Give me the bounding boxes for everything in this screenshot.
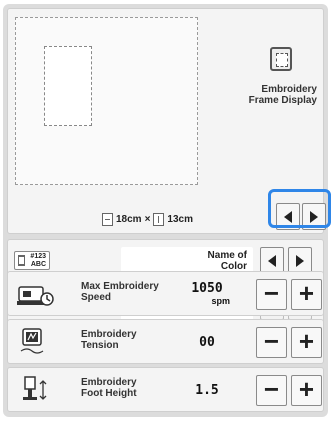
tension-value: 00: [199, 335, 215, 350]
times-sign: ×: [144, 213, 151, 225]
tension-increase-button[interactable]: +: [291, 327, 322, 358]
max-speed-increase-button[interactable]: +: [291, 279, 322, 310]
frame-display-label: Embroidery Frame Display: [227, 84, 317, 106]
thread-name-icon: #123 ABC: [14, 251, 50, 270]
foot-height-increase-button[interactable]: +: [291, 375, 322, 406]
max-speed-value: 1050 spm: [184, 282, 230, 308]
frame-width: 18cm: [116, 213, 142, 225]
width-icon: [102, 212, 113, 226]
frame-height: 13cm: [167, 213, 193, 225]
foot-height-label-line1: Embroidery: [81, 377, 137, 388]
max-speed-decrease-button[interactable]: −: [256, 279, 287, 310]
max-speed-unit: spm: [211, 296, 230, 306]
tension-row: Embroidery Tension 00 − +: [7, 319, 324, 364]
max-speed-label: Max Embroidery Speed: [81, 281, 191, 303]
max-speed-row: Max Embroidery Speed 1050 spm − +: [7, 271, 324, 316]
thread-tension-icon: [20, 328, 44, 354]
foot-height-value: 1.5: [195, 383, 219, 398]
right-arrow-icon: [296, 254, 304, 267]
max-speed-label-line1: Max Embroidery: [81, 281, 159, 292]
max-speed-number: 1050: [191, 281, 223, 296]
embroidery-frame-icon: [270, 47, 292, 71]
frame-preview: [15, 17, 198, 185]
height-icon: [153, 212, 165, 226]
foot-height-decrease-button[interactable]: −: [256, 375, 287, 406]
tension-decrease-button[interactable]: −: [256, 327, 287, 358]
foot-height-label: Embroidery Foot Height: [81, 377, 191, 399]
embroidery-area: [44, 46, 92, 126]
tension-label-line1: Embroidery: [81, 329, 137, 340]
spool-icon: [18, 255, 25, 266]
foot-height-row: Embroidery Foot Height 1.5 − +: [7, 367, 324, 412]
thread-display-value-line1: Name of: [207, 250, 247, 261]
frame-display-label-line2: Frame Display: [248, 95, 317, 106]
thread-display-next-button[interactable]: [288, 247, 312, 274]
selection-highlight: [268, 189, 331, 228]
embroidery-foot-icon: [23, 376, 47, 400]
thread-display-prev-button[interactable]: [260, 247, 284, 274]
left-arrow-icon: [268, 254, 276, 267]
tension-label-line2: Tension: [81, 340, 119, 351]
frame-display-label-line1: Embroidery: [261, 84, 317, 95]
tension-label: Embroidery Tension: [81, 329, 191, 351]
sewing-machine-speed-icon: [17, 286, 54, 306]
foot-height-label-line2: Foot Height: [81, 388, 137, 399]
frame-size-readout: 18cm × 13cm: [102, 211, 193, 227]
max-speed-label-line2: Speed: [81, 292, 112, 303]
